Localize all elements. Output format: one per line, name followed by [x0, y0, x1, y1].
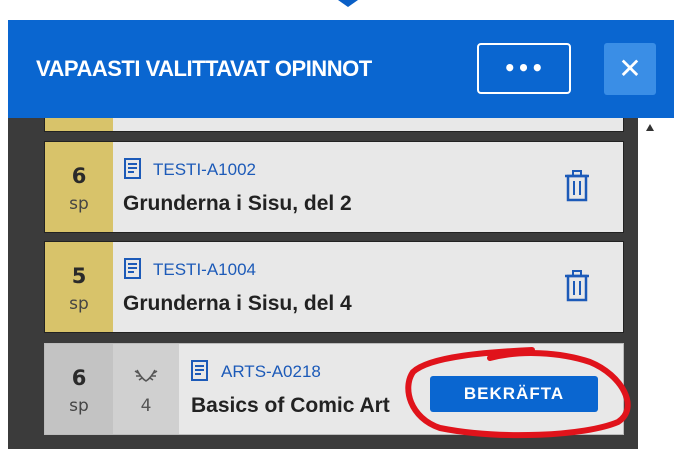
course-card-partial — [44, 118, 624, 132]
credits-badge: 6 sp — [45, 142, 113, 232]
panel-title: VAPAASTI VALITTAVAT OPINNOT — [36, 56, 372, 81]
document-icon — [124, 158, 141, 179]
grade-badge: 4 — [113, 344, 179, 434]
course-code[interactable]: TESTI-A1002 — [153, 160, 256, 180]
course-name: Basics of Comic Art — [191, 394, 390, 417]
course-card[interactable]: 6 sp TESTI-A1002 Grunderna i Sisu, del 2 — [44, 141, 624, 233]
close-icon: ✕ — [618, 52, 642, 85]
course-code[interactable]: ARTS-A0218 — [221, 362, 321, 382]
document-icon — [124, 258, 141, 279]
course-card[interactable]: 5 sp TESTI-A1004 Grunderna i Sisu, del 4 — [44, 241, 624, 333]
more-icon: ••• — [503, 56, 545, 80]
credits-value: 6 — [71, 366, 87, 390]
credits-unit: sp — [69, 294, 89, 314]
close-button[interactable]: ✕ — [604, 43, 656, 95]
credits-badge: 6 sp — [45, 344, 113, 434]
scroll-up-icon[interactable] — [646, 124, 654, 131]
laurel-icon — [134, 369, 158, 382]
scrollbar[interactable] — [638, 118, 674, 449]
document-icon — [191, 360, 208, 381]
course-name: Grunderna i Sisu, del 4 — [123, 292, 352, 315]
credits-value: 6 — [71, 164, 87, 188]
confirm-button[interactable]: BEKRÄFTA — [430, 376, 598, 412]
credits-badge: 5 sp — [45, 242, 113, 332]
popover-caret — [338, 0, 358, 7]
credits-value: 5 — [71, 264, 87, 288]
credits-unit: sp — [69, 396, 89, 416]
grade-value: 4 — [140, 396, 152, 416]
panel-header: VAPAASTI VALITTAVAT OPINNOT ••• ✕ — [8, 20, 674, 118]
credits-unit: sp — [69, 194, 89, 214]
course-code[interactable]: TESTI-A1004 — [153, 260, 256, 280]
trash-icon[interactable] — [563, 170, 591, 202]
more-options-button[interactable]: ••• — [477, 43, 571, 94]
course-name: Grunderna i Sisu, del 2 — [123, 192, 352, 215]
credits-badge — [45, 118, 113, 131]
trash-icon[interactable] — [563, 270, 591, 302]
